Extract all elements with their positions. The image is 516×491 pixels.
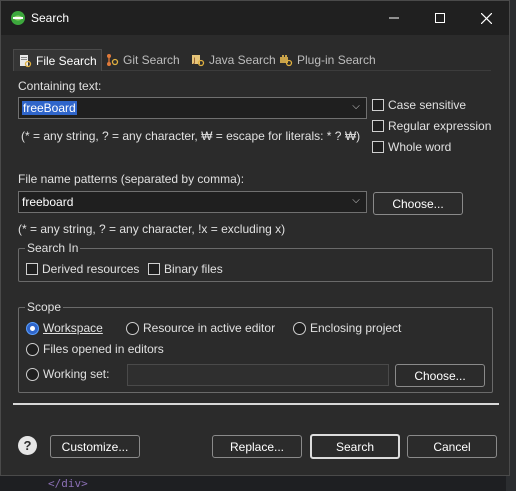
customize-label: Customize...	[61, 439, 129, 454]
working-set-radio[interactable]: Working set:	[26, 367, 109, 381]
minimize-button[interactable]	[371, 1, 417, 35]
close-icon	[480, 12, 492, 24]
whole-word-label: Whole word	[388, 140, 452, 154]
tab-file-search[interactable]: File Search	[13, 49, 102, 71]
binary-files-label: Binary files	[164, 262, 223, 276]
file-patterns-combo[interactable]: freeboard ⌵	[18, 191, 367, 213]
radio-indicator[interactable]	[26, 367, 39, 381]
radio-indicator[interactable]	[26, 321, 39, 335]
derived-resources-checkbox[interactable]: Derived resources	[26, 262, 139, 276]
java-search-icon: J	[192, 55, 205, 67]
tab-git-search[interactable]: Git Search	[101, 49, 184, 71]
tab-label: File Search	[36, 53, 97, 68]
working-set-label: Working set:	[43, 367, 110, 381]
binary-files-checkbox[interactable]: Binary files	[148, 262, 223, 276]
regular-expression-checkbox[interactable]: Regular expression	[372, 119, 491, 133]
help-icon[interactable]: ?	[18, 436, 37, 455]
chevron-down-icon[interactable]: ⌵	[350, 195, 362, 209]
search-in-title: Search In	[25, 241, 81, 255]
patterns-choose-button[interactable]: Choose...	[373, 192, 463, 215]
file-patterns-value: freeboard	[22, 195, 74, 209]
working-set-field[interactable]	[127, 364, 389, 386]
background-code-line: </div>	[48, 477, 88, 490]
file-patterns-hint: (* = any string, ? = any character, !x =…	[18, 222, 286, 236]
workspace-radio[interactable]: Workspace	[26, 321, 103, 335]
radio-indicator[interactable]	[126, 321, 139, 335]
window-title: Search	[31, 11, 70, 25]
tab-java-search[interactable]: J Java Search	[187, 49, 280, 71]
whole-word-checkbox[interactable]: Whole word	[372, 140, 451, 154]
title-bar: Search	[1, 1, 509, 35]
plugin-search-icon	[280, 55, 293, 67]
workspace-label: Workspace	[43, 321, 103, 335]
git-search-icon	[107, 54, 119, 66]
checkbox-box[interactable]	[372, 141, 384, 153]
enclosing-project-label: Enclosing project	[310, 321, 402, 335]
search-dialog: Search File Search Git Search J Java Sea…	[0, 0, 510, 476]
regular-expression-label: Regular expression	[388, 119, 492, 133]
search-label: Search	[335, 439, 375, 454]
case-sensitive-label: Case sensitive	[388, 98, 467, 112]
files-opened-label: Files opened in editors	[43, 342, 164, 356]
scope-group: Scope Workspace Resource in active edito…	[18, 300, 493, 393]
scope-choose-label: Choose...	[414, 368, 466, 383]
radio-indicator[interactable]	[26, 342, 39, 356]
file-search-icon	[20, 54, 32, 67]
radio-indicator[interactable]	[293, 321, 306, 335]
containing-text-label: Containing text:	[18, 79, 102, 93]
search-button[interactable]: Search	[310, 434, 400, 459]
tab-label: Plug-in Search	[297, 53, 376, 67]
customize-button[interactable]: Customize...	[50, 435, 140, 458]
patterns-choose-label: Choose...	[392, 196, 444, 211]
checkbox-box[interactable]	[26, 263, 38, 275]
resource-active-editor-label: Resource in active editor	[143, 321, 276, 335]
containing-text-combo[interactable]: freeBoard ⌵	[18, 97, 367, 119]
separator	[13, 403, 499, 405]
tab-label: Git Search	[123, 53, 180, 67]
scope-choose-button[interactable]: Choose...	[395, 364, 485, 387]
eclipse-icon	[11, 11, 25, 25]
checkbox-box[interactable]	[372, 120, 384, 132]
search-tabs: File Search Git Search J Java Search Plu…	[13, 49, 491, 71]
checkbox-box[interactable]	[372, 99, 384, 111]
replace-button[interactable]: Replace...	[212, 435, 302, 458]
cancel-button[interactable]: Cancel	[407, 435, 497, 458]
search-in-group: Search In Derived resources Binary files	[18, 241, 493, 282]
files-opened-radio[interactable]: Files opened in editors	[26, 342, 164, 356]
file-patterns-label: File name patterns (separated by comma):	[18, 172, 245, 186]
enclosing-project-radio[interactable]: Enclosing project	[293, 321, 401, 335]
maximize-button[interactable]	[417, 1, 463, 35]
tab-plugin-search[interactable]: Plug-in Search	[275, 49, 380, 71]
case-sensitive-checkbox[interactable]: Case sensitive	[372, 98, 466, 112]
tab-label: Java Search	[209, 53, 276, 67]
svg-text:J: J	[193, 57, 196, 65]
derived-resources-label: Derived resources	[42, 262, 140, 276]
close-button[interactable]	[463, 1, 509, 35]
replace-label: Replace...	[229, 439, 285, 454]
maximize-icon	[435, 13, 445, 23]
containing-text-hint: (* = any string, ? = any character, ₩ = …	[21, 129, 361, 143]
containing-text-value: freeBoard	[22, 101, 77, 115]
chevron-down-icon[interactable]: ⌵	[350, 101, 362, 115]
resource-active-editor-radio[interactable]: Resource in active editor	[126, 321, 275, 335]
scope-title: Scope	[25, 300, 64, 314]
minimize-icon	[389, 17, 399, 19]
checkbox-box[interactable]	[148, 263, 160, 275]
cancel-label: Cancel	[433, 439, 471, 454]
